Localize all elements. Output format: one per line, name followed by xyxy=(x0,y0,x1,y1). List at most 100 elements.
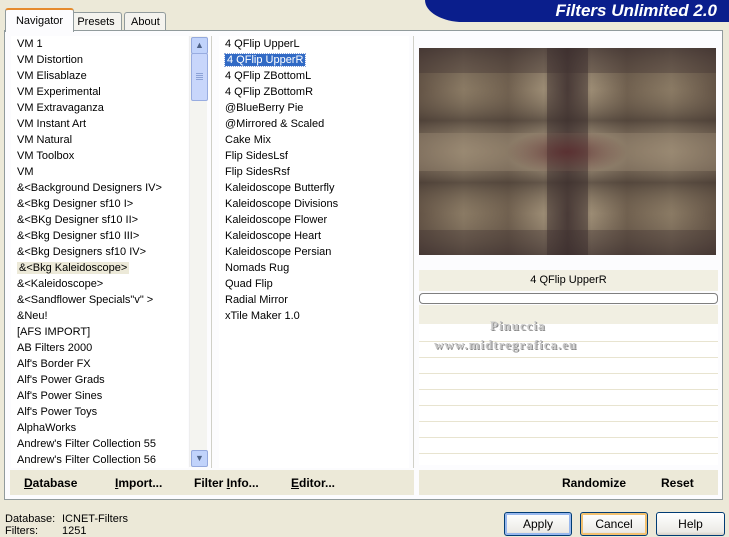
category-item[interactable]: Andrew's Filter Collection 55 xyxy=(11,436,188,452)
category-item[interactable]: VM xyxy=(11,164,188,180)
database-label: Database: xyxy=(5,513,56,525)
category-item[interactable]: [AFS IMPORT] xyxy=(11,324,188,340)
filter-item[interactable]: @Mirrored & Scaled xyxy=(219,116,409,132)
tab-presets[interactable]: Presets xyxy=(70,12,122,31)
category-scrollbar[interactable]: ▲ ▼ xyxy=(189,36,208,467)
app-title: Filters Unlimited 2.0 xyxy=(555,1,717,20)
tab-about[interactable]: About xyxy=(124,12,166,31)
category-item[interactable]: AB Filters 2000 xyxy=(11,340,188,356)
tab-navigator[interactable]: Navigator xyxy=(5,8,74,32)
category-item-label: Alf's Border FX xyxy=(17,358,91,370)
database-button[interactable]: Database xyxy=(24,476,77,490)
category-item[interactable]: VM Extravaganza xyxy=(11,100,188,116)
category-item-label: VM xyxy=(17,166,34,178)
filter-item-label: @BlueBerry Pie xyxy=(225,102,304,114)
category-item[interactable]: Alf's Power Grads xyxy=(11,372,188,388)
category-item[interactable]: &<Sandflower Specials"v" > xyxy=(11,292,188,308)
category-item-label: Alf's Power Grads xyxy=(17,374,105,386)
scroll-thumb[interactable] xyxy=(191,53,208,101)
category-item[interactable]: VM Elisablaze xyxy=(11,68,188,84)
help-button[interactable]: Help xyxy=(656,512,725,536)
scroll-up-button[interactable]: ▲ xyxy=(191,37,208,54)
category-item-label: &<BKg Designer sf10 II> xyxy=(17,214,139,226)
category-item-label: VM Experimental xyxy=(17,86,101,98)
filter-item-label: Radial Mirror xyxy=(225,294,288,306)
category-item-label: VM 1 xyxy=(17,38,43,50)
reset-button[interactable]: Reset xyxy=(661,476,694,490)
category-item[interactable]: &<Kaleidoscope> xyxy=(11,276,188,292)
category-item[interactable]: &Neu! xyxy=(11,308,188,324)
filter-item-label: Cake Mix xyxy=(225,134,271,146)
category-item[interactable]: Alf's Border FX xyxy=(11,356,188,372)
category-item-label: AB Filters 2000 xyxy=(17,342,93,354)
filter-item[interactable]: Kaleidoscope Butterfly xyxy=(219,180,409,196)
category-item-label: AlphaWorks xyxy=(17,422,77,434)
filter-item-label: Kaleidoscope Flower xyxy=(225,214,328,226)
filter-item[interactable]: Cake Mix xyxy=(219,132,409,148)
filter-item[interactable]: 4 QFlip ZBottomL xyxy=(219,68,409,84)
filter-item[interactable]: 4 QFlip UpperR xyxy=(219,52,409,68)
filter-item[interactable]: Kaleidoscope Flower xyxy=(219,212,409,228)
category-item[interactable]: Alf's Power Sines xyxy=(11,388,188,404)
editor-button[interactable]: Editor... xyxy=(291,476,335,490)
filter-item-label: Kaleidoscope Heart xyxy=(225,230,322,242)
category-item[interactable]: &<BKg Designer sf10 II> xyxy=(11,212,188,228)
filter-item[interactable]: Kaleidoscope Heart xyxy=(219,228,409,244)
category-list[interactable]: VM 1 VM Distortion VM Elisablaze VM Experim… xyxy=(11,36,188,468)
category-item[interactable]: AlphaWorks xyxy=(11,420,188,436)
category-item-label: &<Bkg Kaleidoscope> xyxy=(17,262,130,274)
filter-list[interactable]: 4 QFlip UpperL 4 QFlip UpperR 4 QFlip ZBot… xyxy=(219,36,409,468)
filter-item-label: Flip SidesLsf xyxy=(225,150,288,162)
filter-preview-image xyxy=(419,48,716,255)
category-item[interactable]: VM 1 xyxy=(11,36,188,52)
category-item-label: [AFS IMPORT] xyxy=(17,326,91,338)
filter-item-label: Flip SidesRsf xyxy=(225,166,290,178)
apply-button[interactable]: Apply xyxy=(504,512,572,536)
category-item-label: VM Extravaganza xyxy=(17,102,104,114)
scroll-down-button[interactable]: ▼ xyxy=(191,450,208,467)
filter-item-label: 4 QFlip ZBottomR xyxy=(225,86,314,98)
category-item[interactable]: VM Experimental xyxy=(11,84,188,100)
filter-item[interactable]: Quad Flip xyxy=(219,276,409,292)
category-item-label: VM Distortion xyxy=(17,54,84,66)
category-item-label: &<Background Designers IV> xyxy=(17,182,162,194)
filter-item[interactable]: Flip SidesRsf xyxy=(219,164,409,180)
filter-item[interactable]: Radial Mirror xyxy=(219,292,409,308)
filters-label: Filters: xyxy=(5,525,38,537)
filter-item-label: 4 QFlip UpperR xyxy=(223,53,307,67)
filter-item[interactable]: xTile Maker 1.0 xyxy=(219,308,409,324)
category-item[interactable]: VM Natural xyxy=(11,132,188,148)
filter-item-label: Kaleidoscope Persian xyxy=(225,246,332,258)
progress-bar xyxy=(419,293,718,304)
category-item[interactable]: &<Background Designers IV> xyxy=(11,180,188,196)
category-item[interactable]: &<Bkg Designer sf10 III> xyxy=(11,228,188,244)
cancel-button[interactable]: Cancel xyxy=(580,512,648,536)
category-item[interactable]: VM Distortion xyxy=(11,52,188,68)
filter-item-label: Quad Flip xyxy=(225,278,273,290)
filter-item[interactable]: Flip SidesLsf xyxy=(219,148,409,164)
category-item[interactable]: &<Bkg Designers sf10 IV> xyxy=(11,244,188,260)
category-item[interactable]: &<Bkg Designer sf10 I> xyxy=(11,196,188,212)
filter-item[interactable]: Nomads Rug xyxy=(219,260,409,276)
filter-item[interactable]: Kaleidoscope Persian xyxy=(219,244,409,260)
filter-info-button[interactable]: Filter Info... xyxy=(194,476,259,490)
category-item-label: &<Bkg Designers sf10 IV> xyxy=(17,246,147,258)
category-item[interactable]: Andrew's Filter Collection 56 xyxy=(11,452,188,468)
category-item[interactable]: &<Bkg Kaleidoscope> xyxy=(11,260,188,276)
category-item[interactable]: VM Instant Art xyxy=(11,116,188,132)
filter-item-label: xTile Maker 1.0 xyxy=(225,310,300,322)
import-button[interactable]: Import... xyxy=(115,476,162,490)
filter-item[interactable]: 4 QFlip ZBottomR xyxy=(219,84,409,100)
category-item-label: &Neu! xyxy=(17,310,48,322)
category-item[interactable]: Alf's Power Toys xyxy=(11,404,188,420)
watermark-url: www.midtregrafica.eu xyxy=(434,337,578,352)
category-item-label: &<Bkg Designer sf10 I> xyxy=(17,198,134,210)
filter-item[interactable]: @BlueBerry Pie xyxy=(219,100,409,116)
filter-item[interactable]: Kaleidoscope Divisions xyxy=(219,196,409,212)
category-item-label: &<Kaleidoscope> xyxy=(17,278,104,290)
filter-parameters xyxy=(419,305,718,465)
randomize-button[interactable]: Randomize xyxy=(562,476,626,490)
filter-item-label: @Mirrored & Scaled xyxy=(225,118,325,130)
filter-item[interactable]: 4 QFlip UpperL xyxy=(219,36,409,52)
category-item[interactable]: VM Toolbox xyxy=(11,148,188,164)
